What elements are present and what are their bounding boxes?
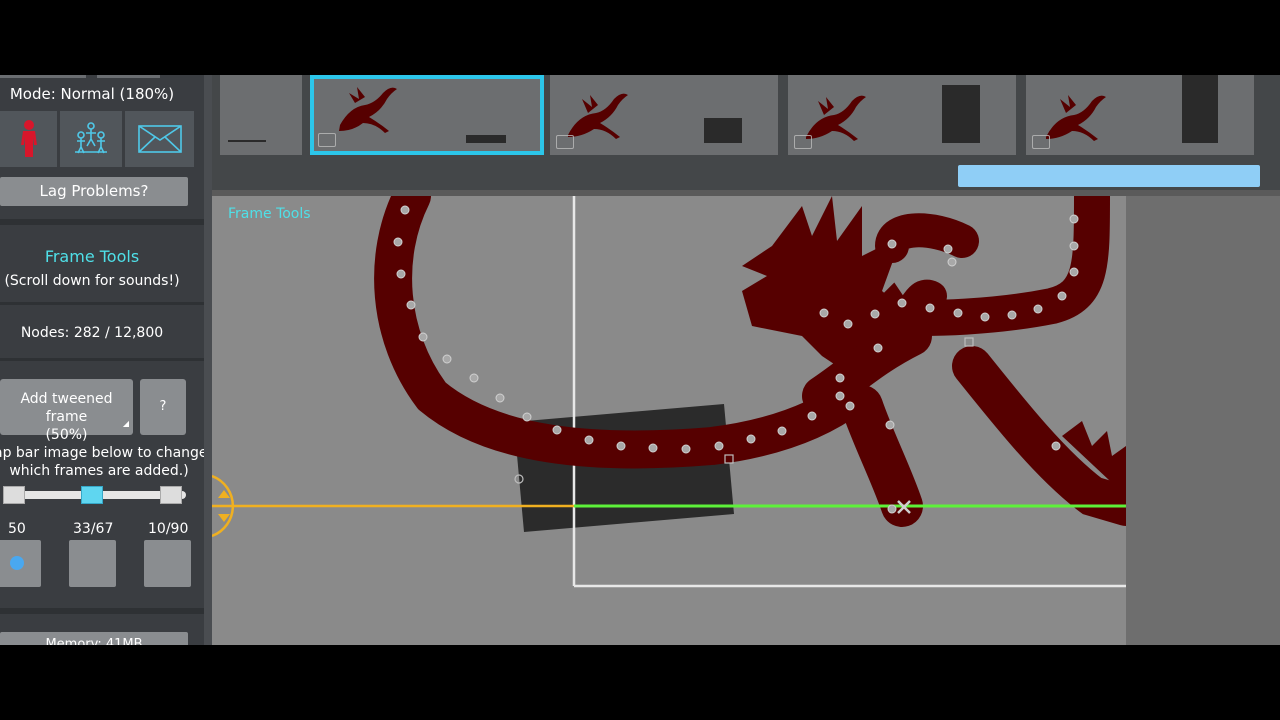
mode-label: Mode: Normal (180%): [9, 85, 175, 103]
tween-ratio-slider[interactable]: [0, 486, 190, 504]
slider-value-1: 50: [8, 521, 26, 537]
timeline-frame[interactable]: [788, 75, 1016, 155]
dropdown-corner-icon: ◢: [122, 419, 129, 428]
frame-sound-icon: [1032, 135, 1050, 149]
timeline-scrollbar[interactable]: [958, 165, 1260, 187]
timeline-frame-selected[interactable]: [310, 75, 544, 155]
timeline-frame[interactable]: [550, 75, 778, 155]
sidebar-divider: [0, 302, 204, 305]
envelope-mode-button[interactable]: [125, 111, 194, 167]
slider-handle-center[interactable]: [81, 486, 103, 504]
frame-timeline: [212, 75, 1280, 190]
sidebar: Mode: Normal (180%) Lag Problems? Frame …: [0, 75, 208, 645]
ratio-option-50[interactable]: [0, 540, 41, 587]
frame-thumbnail: [339, 87, 506, 143]
frame-thumbnail: [1046, 75, 1218, 143]
panel-divider: [204, 75, 212, 645]
slider-handle-left[interactable]: [3, 486, 25, 504]
memory-button[interactable]: Memory: 41MB: [0, 632, 188, 645]
frame-thumbnail: [806, 85, 980, 143]
tap-hint-line2: which frames are added.): [9, 463, 189, 479]
timeline-frame[interactable]: [1026, 75, 1254, 155]
slider-handle-right[interactable]: [160, 486, 182, 504]
frame-thumbnail: [568, 93, 742, 143]
sidebar-divider: [0, 219, 204, 225]
add-tween-label: Add tweened frame: [20, 391, 113, 425]
help-button[interactable]: ?: [140, 379, 186, 435]
slider-values: 50 33/67 10/90: [0, 521, 204, 539]
slider-value-3: 10/90: [148, 521, 189, 537]
stage-label: Frame Tools: [228, 206, 311, 222]
ratio-option-10-90[interactable]: [144, 540, 191, 587]
ratio-option-33-67[interactable]: [69, 540, 116, 587]
slider-value-2: 33/67: [73, 521, 114, 537]
sidebar-divider: [0, 608, 204, 614]
frame-sound-icon: [794, 135, 812, 149]
sidebar-divider: [0, 358, 204, 361]
frame-sound-icon: [318, 133, 336, 147]
tap-bar-hint: ap bar image below to change which frame…: [0, 444, 208, 480]
frame-tools-title: Frame Tools: [44, 247, 140, 266]
sidebar-top-tabs: [0, 75, 204, 79]
animation-stage[interactable]: Frame Tools: [212, 196, 1126, 645]
add-tween-percent: (50%): [45, 427, 88, 443]
add-tweened-frame-button[interactable]: Add tweened frame (50%) ◢: [0, 379, 133, 443]
offstage-area: [1126, 196, 1280, 645]
timeline-frame[interactable]: [220, 75, 302, 155]
multi-figure-mode-button[interactable]: [60, 111, 122, 167]
single-figure-icon: [20, 120, 37, 157]
mode-buttons: [0, 111, 194, 167]
animator-app: Mode: Normal (180%) Lag Problems? Frame …: [0, 75, 1280, 645]
single-figure-mode-button[interactable]: [0, 111, 57, 167]
frame-tools-subtitle: (Scroll down for sounds!): [4, 273, 180, 289]
frame-sound-icon: [556, 135, 574, 149]
lag-problems-button[interactable]: Lag Problems?: [0, 177, 188, 206]
stage-canvas: [212, 196, 1126, 588]
envelope-icon: [137, 125, 182, 153]
tap-hint-line1: ap bar image below to change: [0, 445, 208, 461]
multi-figure-icon: [75, 122, 107, 154]
selected-dot-icon: [10, 556, 24, 570]
nodes-count: Nodes: 282 / 12,800: [20, 325, 164, 341]
